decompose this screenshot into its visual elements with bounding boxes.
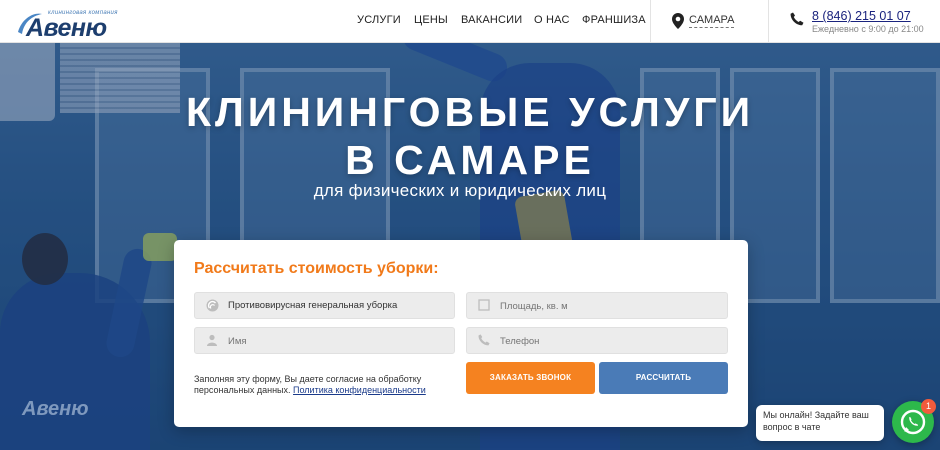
order-call-button[interactable]: ЗАКАЗАТЬ ЗВОНОК xyxy=(466,362,595,394)
site-header: клининговая компания Авеню УСЛУГИ ЦЕНЫ В… xyxy=(0,0,940,43)
logo-wordmark: Авеню xyxy=(26,14,107,42)
name-input[interactable] xyxy=(228,331,448,351)
header-divider xyxy=(768,0,769,43)
phone-field[interactable] xyxy=(466,327,728,354)
chat-prompt-bubble[interactable]: Мы онлайн! Задайте ваш вопрос в чате xyxy=(756,405,884,441)
nav-item-vacancies[interactable]: ВАКАНСИИ xyxy=(461,14,522,26)
service-icon xyxy=(205,299,219,313)
consent-notice: Заполняя эту форму, Вы даете согласие на… xyxy=(194,374,454,396)
name-field[interactable] xyxy=(194,327,455,354)
company-logo[interactable]: клининговая компания Авеню xyxy=(14,4,124,42)
area-field[interactable] xyxy=(466,292,728,319)
unread-count-badge: 1 xyxy=(921,399,936,414)
nav-item-about[interactable]: О НАС xyxy=(534,14,570,26)
cost-calculator-form: Рассчитать стоимость уборки: Противовиру… xyxy=(174,240,748,427)
phone-icon xyxy=(790,12,804,26)
hero-subtitle: для физических и юридических лиц xyxy=(313,181,607,200)
area-input[interactable] xyxy=(500,296,720,316)
hero-title-line1: КЛИНИНГОВЫЕ УСЛУГИ xyxy=(185,89,755,135)
handset-icon xyxy=(477,334,491,348)
phone-input[interactable] xyxy=(500,331,720,351)
service-select[interactable]: Противовирусная генеральная уборка xyxy=(194,292,455,319)
city-name[interactable]: САМАРА xyxy=(689,14,735,28)
area-icon xyxy=(477,299,491,313)
nav-item-services[interactable]: УСЛУГИ xyxy=(357,14,401,26)
service-select-value: Противовирусная генеральная уборка xyxy=(228,300,398,311)
hero-title-line2: В САМАРЕ xyxy=(345,137,595,183)
nav-item-prices[interactable]: ЦЕНЫ xyxy=(414,14,448,26)
phone-number-link[interactable]: 8 (846) 215 01 07 xyxy=(812,9,911,23)
form-title: Рассчитать стоимость уборки: xyxy=(194,260,439,277)
privacy-policy-link[interactable]: Политика конфиденциальности xyxy=(293,385,426,395)
location-pin-icon xyxy=(672,13,684,29)
user-icon xyxy=(205,334,219,348)
nav-item-franchise[interactable]: ФРАНШИЗА xyxy=(582,14,646,26)
working-hours: Ежедневно с 9:00 до 21:00 xyxy=(812,24,924,34)
header-divider xyxy=(650,0,651,43)
calculate-button[interactable]: РАССЧИТАТЬ xyxy=(599,362,728,394)
